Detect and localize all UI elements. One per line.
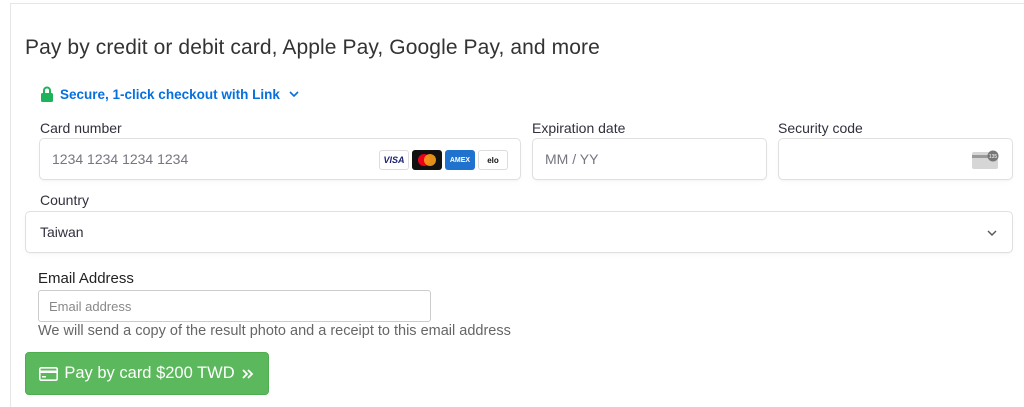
elo-icon: elo [478,150,508,170]
chevron-down-icon [987,230,997,236]
email-input[interactable] [38,290,431,322]
visa-icon: VISA [379,150,409,170]
credit-card-icon [39,366,59,381]
page-title: Pay by credit or debit card, Apple Pay, … [25,36,600,59]
link-checkout-toggle[interactable]: Secure, 1-click checkout with Link [40,86,300,102]
pay-by-card-button[interactable]: Pay by card $200 TWD [25,352,269,395]
country-label: Country [40,192,90,208]
cvc-card-icon: 135 [972,150,999,169]
country-value: Taiwan [40,224,84,240]
security-code-field[interactable]: 135 [778,138,1013,180]
expiration-field[interactable]: MM / YY [532,138,767,180]
mastercard-icon [412,150,442,170]
link-checkout-label: Secure, 1-click checkout with Link [60,86,280,102]
lock-icon [41,86,53,102]
card-number-placeholder: 1234 1234 1234 1234 [52,151,189,167]
double-chevron-right-icon [242,368,253,379]
email-help-text: We will send a copy of the result photo … [38,323,511,339]
cvc-icon-text: 135 [989,154,998,160]
amex-icon: AMEX [445,150,475,170]
country-select[interactable]: Taiwan [25,211,1013,253]
email-label: Email Address [38,270,134,287]
card-number-label: Card number [40,120,122,136]
expiration-label: Expiration date [532,120,626,136]
checkout-panel [10,3,1024,407]
pay-button-label: Pay by card $200 TWD [64,364,235,382]
chevron-down-icon [289,91,299,98]
security-code-label: Security code [778,120,863,136]
card-brands: VISA AMEX elo [379,150,508,170]
card-number-field[interactable]: 1234 1234 1234 1234 VISA AMEX elo [39,138,521,180]
expiration-placeholder: MM / YY [545,151,599,167]
